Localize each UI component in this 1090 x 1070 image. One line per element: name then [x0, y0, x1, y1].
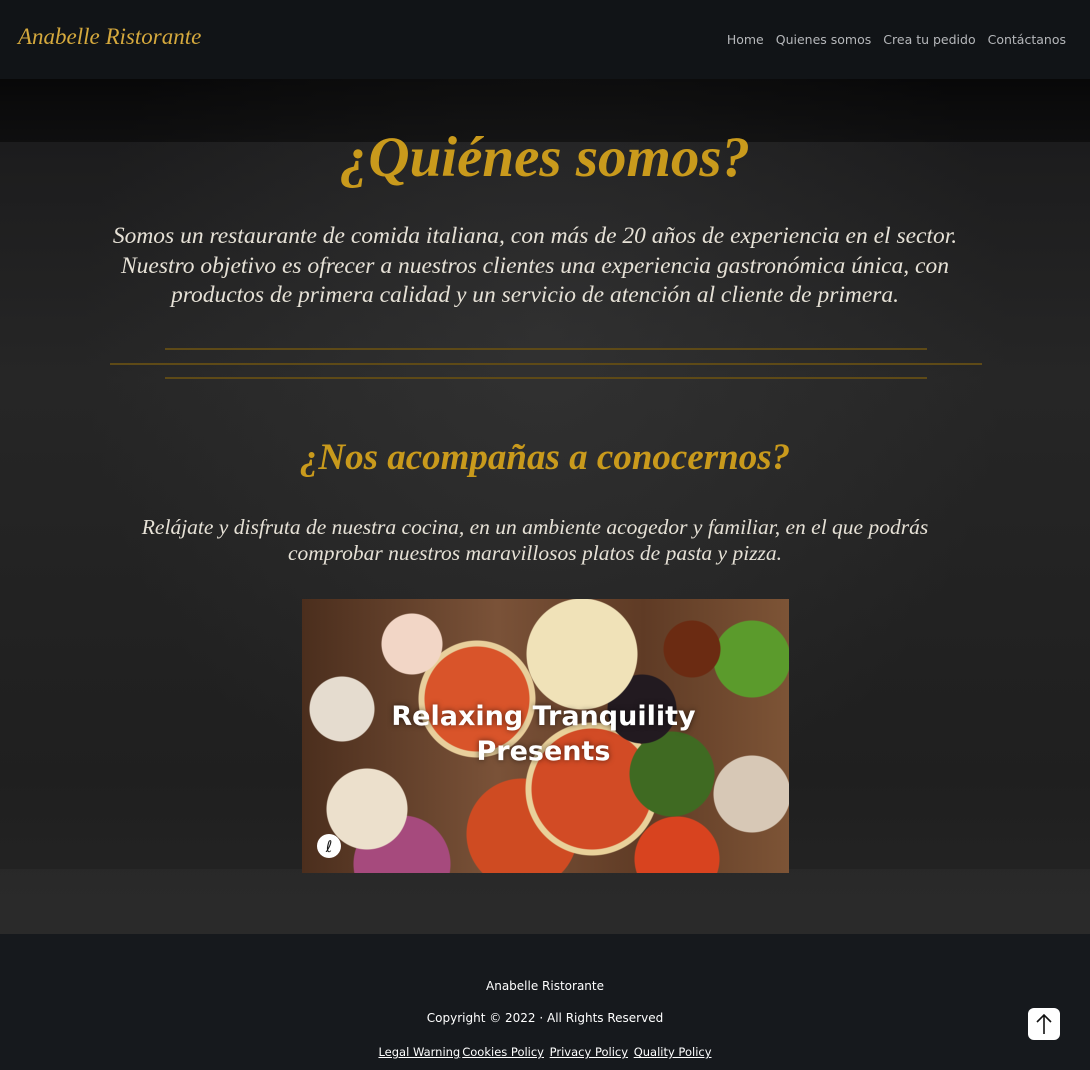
about-text: Somos un restaurante de comida italiana,… — [112, 223, 958, 308]
video-player[interactable]: Relaxing Tranquility Presents ℓ — [302, 599, 789, 873]
link-cookies-policy[interactable]: Cookies Policy — [462, 1045, 544, 1059]
invite-title: ¿Nos acompañas a conocernos? — [299, 437, 791, 478]
link-quality-policy[interactable]: Quality Policy — [634, 1045, 712, 1059]
back-to-top-button[interactable] — [1028, 1008, 1060, 1040]
footer-copyright: Copyright © 2022 · All Rights Reserved — [426, 1011, 664, 1025]
divider-line-middle — [110, 363, 982, 365]
video-title-line-2: Presents — [476, 736, 611, 767]
divider-line-top — [165, 348, 927, 350]
about-title: ¿Quiénes somos? — [339, 126, 751, 189]
nav-crea-tu-pedido[interactable]: Crea tu pedido — [883, 32, 975, 47]
divider-line-bottom — [165, 377, 927, 379]
link-privacy-policy[interactable]: Privacy Policy — [550, 1045, 628, 1059]
nav-contactanos[interactable]: Contáctanos — [988, 32, 1066, 47]
nav-home[interactable]: Home — [727, 32, 764, 47]
footer-brand: Anabelle Ristorante — [486, 979, 604, 993]
site-footer: Anabelle Ristorante Copyright © 2022 · A… — [0, 934, 1090, 1070]
arrow-up-icon — [1036, 1013, 1052, 1034]
video-title-line-1: Relaxing Tranquility — [391, 701, 696, 732]
main-nav: Home Quienes somos Crea tu pedido Contác… — [727, 32, 1066, 47]
section-band-bottom — [0, 869, 1090, 934]
channel-logo-icon[interactable]: ℓ — [317, 834, 341, 858]
link-legal-warning[interactable]: Legal Warning — [378, 1045, 460, 1059]
brand-logo[interactable]: Anabelle Ristorante — [18, 24, 201, 50]
video-title: Relaxing Tranquility Presents — [302, 699, 787, 769]
invite-text: Relájate y disfruta de nuestra cocina, e… — [141, 515, 929, 565]
nav-quienes-somos[interactable]: Quienes somos — [776, 32, 872, 47]
footer-links: Legal Warning Cookies Policy Privacy Poli… — [0, 1045, 1090, 1059]
site-header: Anabelle Ristorante Home Quienes somos C… — [0, 0, 1090, 79]
